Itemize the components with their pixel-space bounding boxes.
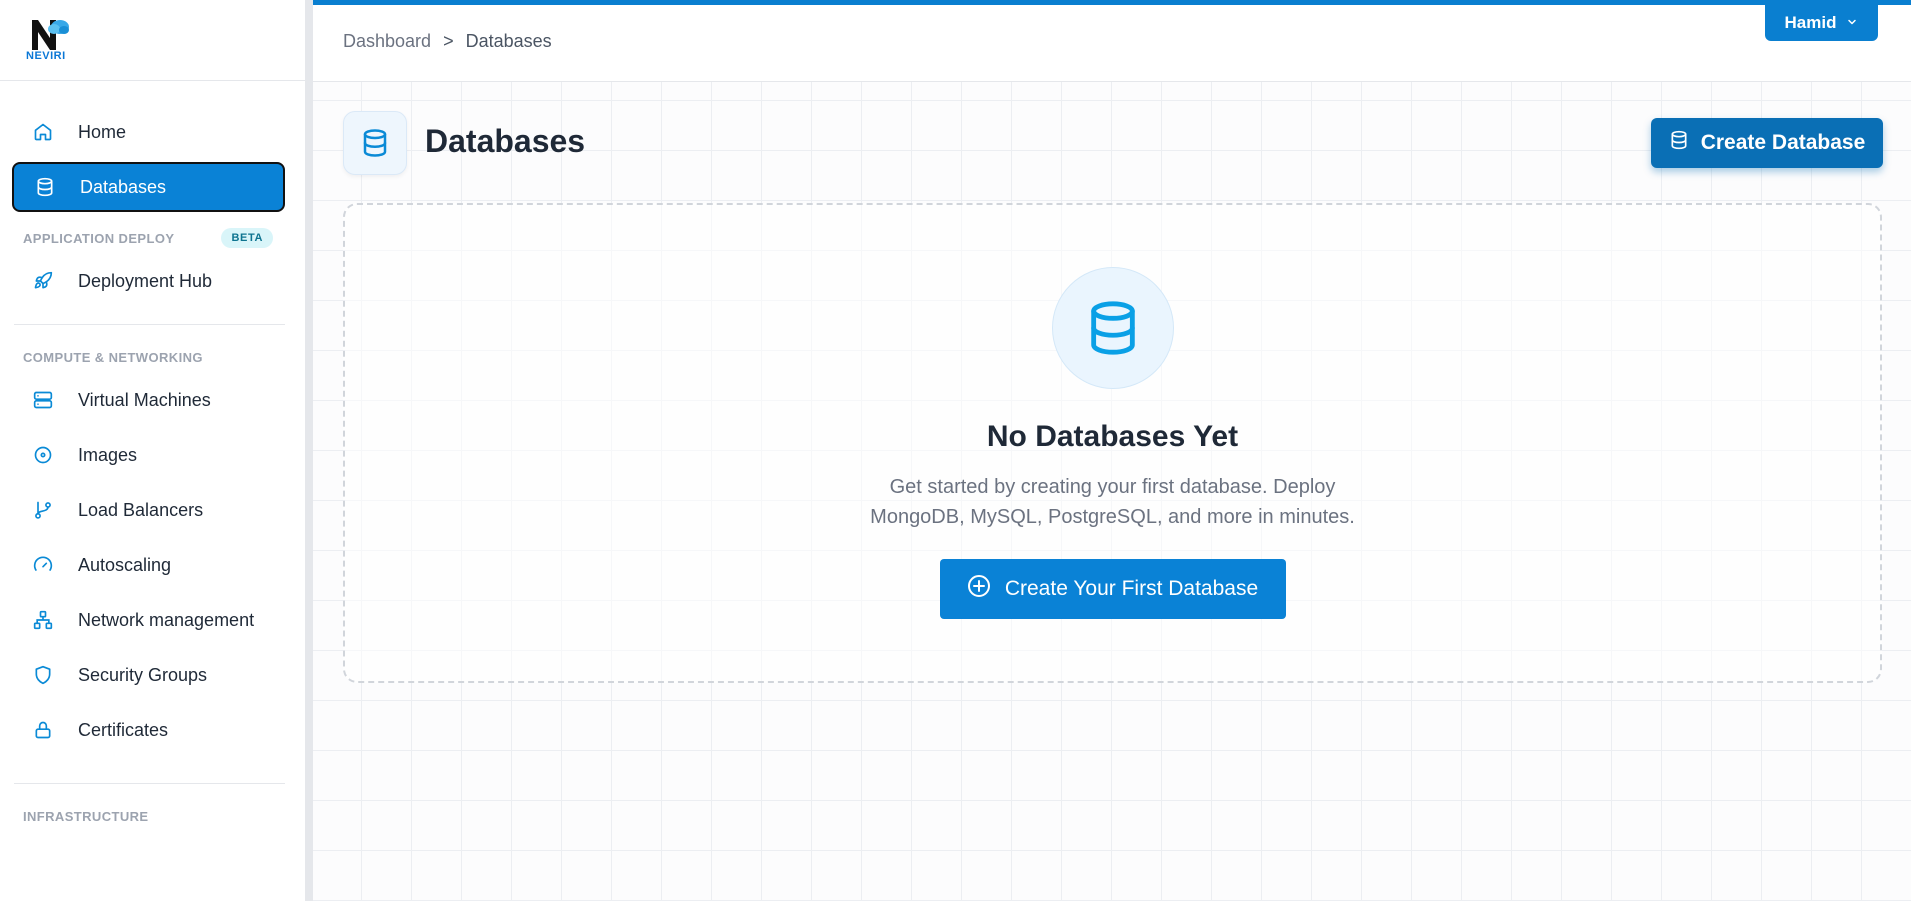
sidebar-item-images[interactable]: Images — [12, 430, 285, 480]
gauge-icon — [32, 554, 54, 576]
sidebar-item-label: Load Balancers — [78, 499, 204, 520]
create-database-button[interactable]: Create Database — [1651, 118, 1883, 168]
sidebar-nav: Home Databases APPLICATION DEPLOY BETA D… — [0, 81, 305, 834]
home-icon — [32, 121, 54, 143]
sidebar-item-deployment-hub[interactable]: Deployment Hub — [12, 256, 285, 306]
sidebar-item-label: Autoscaling — [78, 554, 172, 575]
sidebar-item-label: Home — [78, 121, 127, 142]
main-content: Databases Create Database No Databases Y… — [313, 82, 1911, 901]
create-first-database-button[interactable]: Create Your First Database — [939, 559, 1286, 619]
divider — [14, 324, 285, 325]
server-icon — [32, 389, 54, 411]
page-title: Databases — [425, 123, 586, 159]
logo[interactable]: NEVIRI — [0, 0, 305, 81]
neviri-logo-icon — [32, 20, 69, 50]
shield-icon — [32, 664, 54, 686]
sidebar-item-autoscaling[interactable]: Autoscaling — [12, 540, 285, 590]
chevron-down-icon — [1846, 13, 1858, 33]
sidebar-item-security-groups[interactable]: Security Groups — [12, 650, 285, 700]
user-name: Hamid — [1784, 13, 1837, 32]
git-branch-icon — [32, 499, 54, 521]
empty-state-card: No Databases Yet Get started by creating… — [343, 203, 1882, 683]
section-label-application-deploy: APPLICATION DEPLOY BETA — [0, 220, 305, 256]
database-icon — [1669, 130, 1689, 156]
database-icon — [34, 176, 56, 198]
sidebar-item-label: Certificates — [78, 719, 169, 740]
sidebar-item-home[interactable]: Home — [12, 107, 285, 157]
sidebar-item-label: Images — [78, 444, 138, 465]
empty-state-description: Get started by creating your first datab… — [870, 476, 1355, 528]
brand-name: NEVIRI — [26, 50, 66, 62]
section-title: INFRASTRUCTURE — [23, 808, 149, 824]
page-header: Databases Create Database — [343, 111, 1883, 175]
rocket-icon — [32, 270, 54, 292]
sidebar-item-label: Network management — [78, 609, 255, 630]
lock-icon — [32, 719, 54, 741]
plus-circle-icon — [967, 574, 991, 604]
section-title: APPLICATION DEPLOY — [23, 230, 175, 246]
sidebar-item-network-management[interactable]: Network management — [12, 595, 285, 645]
empty-state-title: No Databases Yet — [986, 420, 1239, 453]
sidebar-item-load-balancers[interactable]: Load Balancers — [12, 485, 285, 535]
breadcrumb-dashboard[interactable]: Dashboard — [343, 31, 431, 52]
create-first-database-label: Create Your First Database — [1004, 577, 1259, 600]
sidebar-item-virtual-machines[interactable]: Virtual Machines — [12, 375, 285, 425]
database-icon — [1051, 267, 1174, 389]
create-database-label: Create Database — [1700, 131, 1866, 154]
sidebar-item-databases[interactable]: Databases — [12, 162, 285, 212]
sidebar-item-label: Databases — [80, 176, 167, 197]
sidebar-item-label: Virtual Machines — [78, 389, 211, 410]
divider — [14, 783, 285, 784]
beta-badge: BETA — [221, 228, 273, 248]
breadcrumb-current: Databases — [465, 31, 552, 51]
sidebar: NEVIRI Home Databases APPLICATION DEPLOY… — [0, 0, 313, 901]
network-icon — [32, 609, 54, 631]
section-label-compute-networking: COMPUTE & NETWORKING — [0, 339, 305, 375]
breadcrumb-separator: > — [443, 31, 454, 51]
disc-icon — [32, 444, 54, 466]
section-title: COMPUTE & NETWORKING — [23, 349, 203, 365]
user-menu-button[interactable]: Hamid — [1765, 5, 1878, 41]
breadcrumb: Dashboard > Databases — [343, 31, 552, 52]
topbar: Dashboard > Databases Hamid — [313, 0, 1911, 82]
database-icon — [343, 111, 407, 175]
sidebar-item-label: Deployment Hub — [78, 270, 213, 291]
sidebar-item-label: Security Groups — [78, 664, 208, 685]
sidebar-item-certificates[interactable]: Certificates — [12, 705, 285, 755]
section-label-infrastructure: INFRASTRUCTURE — [0, 798, 305, 834]
